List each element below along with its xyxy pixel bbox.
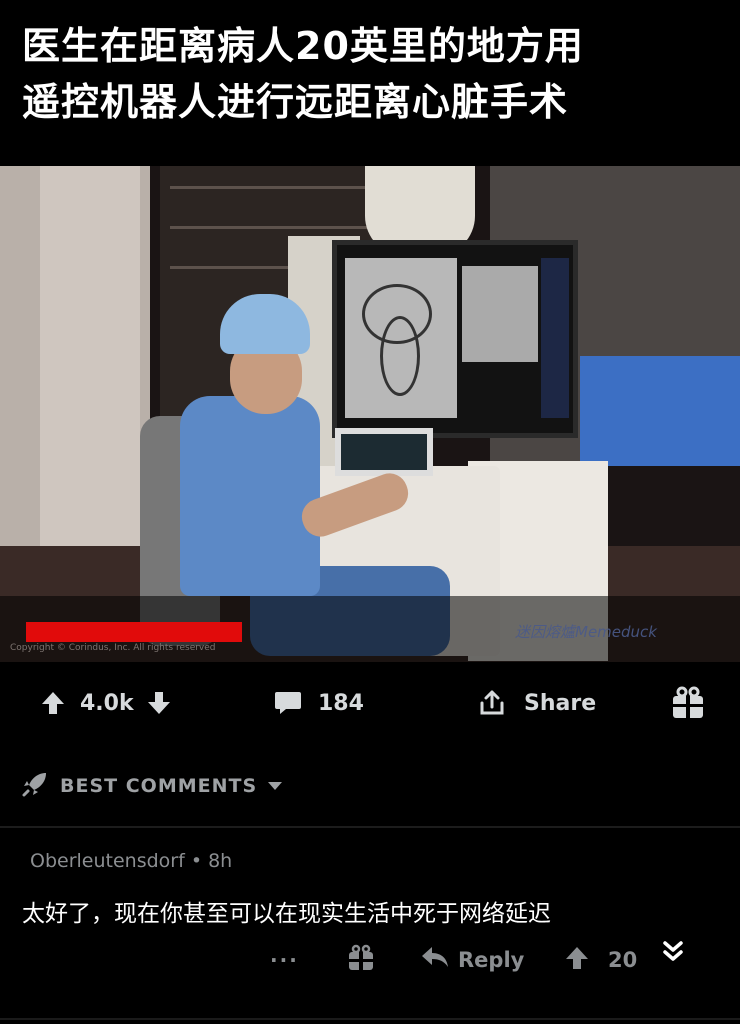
caret-down-icon <box>267 775 283 797</box>
collapse-thread-button[interactable] <box>660 934 686 974</box>
comments-button[interactable]: 184 <box>274 680 364 726</box>
console-touchscreen <box>335 428 433 476</box>
post-title-line-2: 遥控机器人进行远距离心脏手术 <box>22 80 569 124</box>
meta-separator: • <box>190 850 209 872</box>
scene-doctor-body <box>180 396 320 596</box>
shelf-line <box>170 186 370 189</box>
share-icon <box>478 689 506 717</box>
post-action-bar: 4.0k 184 Share <box>0 680 740 726</box>
award-button[interactable] <box>670 680 706 726</box>
comment-more-button[interactable]: ··· <box>270 940 299 980</box>
post-title-line-1: 医生在距离病人20英里的地方用 <box>22 24 584 68</box>
comment-meta: Oberleutensdorf • 8h <box>30 850 232 872</box>
comment-age: 8h <box>208 850 233 872</box>
rocket-icon <box>20 769 50 804</box>
vote-count: 4.0k <box>80 690 134 716</box>
vessel-shape <box>380 316 420 396</box>
comment-action-bar: ··· Reply 20 <box>0 940 740 980</box>
comment-score: 20 <box>608 948 638 972</box>
watermark-text: 迷因熔爐Memeduck <box>515 623 657 641</box>
more-options-label: ··· <box>270 948 299 972</box>
copyright-text: Copyright © Corindus, Inc. All rights re… <box>10 643 216 653</box>
sort-comments-dropdown[interactable]: BEST COMMENTS <box>20 768 283 804</box>
speech-bubble-icon <box>274 690 302 716</box>
comment-body: 太好了，现在你甚至可以在现实生活中死于网络延迟 <box>22 901 551 927</box>
comment-award-button[interactable] <box>346 940 376 980</box>
upvote-button[interactable] <box>40 680 66 726</box>
double-chevron-down-icon <box>660 939 686 970</box>
redaction-bar <box>26 622 242 642</box>
gift-icon <box>346 943 376 978</box>
arrow-down-icon <box>146 690 172 716</box>
sort-label: BEST COMMENTS <box>60 775 258 797</box>
comment-upvote-button[interactable]: 20 <box>564 940 637 980</box>
angiogram-image-right <box>462 266 538 362</box>
scene-wall-panel <box>40 166 140 546</box>
reply-button[interactable]: Reply <box>420 940 524 980</box>
reply-arrow-icon <box>420 945 450 976</box>
share-label: Share <box>524 690 597 716</box>
section-divider <box>0 826 740 828</box>
post-video[interactable]: Copyright © Corindus, Inc. All rights re… <box>0 166 740 662</box>
downvote-button[interactable] <box>146 680 172 726</box>
share-button[interactable]: Share <box>478 680 596 726</box>
bottom-divider <box>0 1018 740 1020</box>
comment-author[interactable]: Oberleutensdorf <box>30 850 185 872</box>
arrow-up-icon <box>564 945 590 976</box>
gift-icon <box>670 685 706 721</box>
monitor-sidebar <box>541 258 569 418</box>
shelf-line <box>170 226 370 229</box>
comment-count: 184 <box>318 690 364 716</box>
post-title: 医生在距离病人20英里的地方用 遥控机器人进行远距离心脏手术 <box>22 18 722 130</box>
arrow-up-icon <box>40 690 66 716</box>
scene-patient-bed <box>580 356 740 466</box>
reply-label: Reply <box>458 948 525 972</box>
